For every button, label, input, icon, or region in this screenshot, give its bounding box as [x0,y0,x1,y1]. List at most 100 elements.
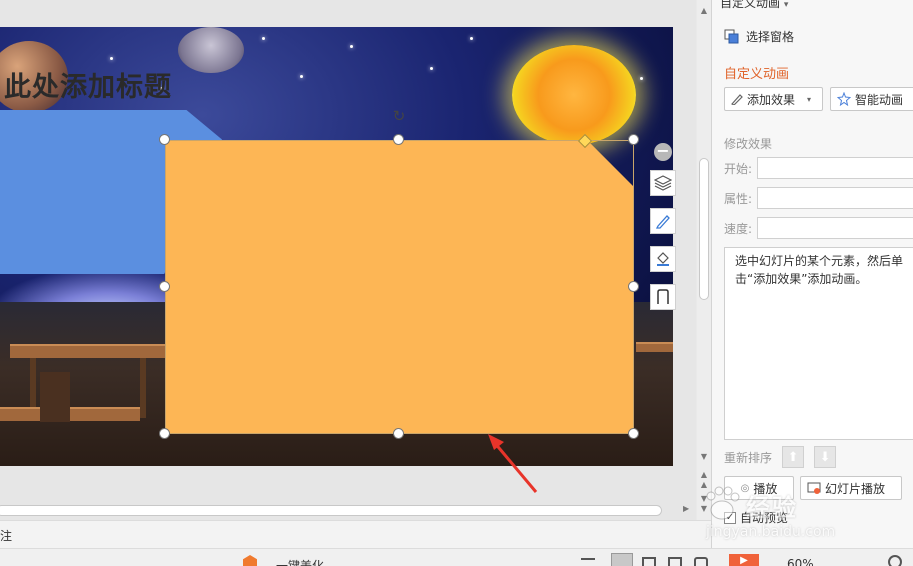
scroll-right-icon[interactable]: ▶ [683,504,689,513]
vertical-scroll-thumb[interactable] [699,158,709,300]
fill-button[interactable] [650,246,676,272]
sun-image [512,45,636,145]
normal-view-button[interactable] [611,553,633,566]
star [640,77,643,80]
horizontal-scroll-thumb[interactable] [0,505,662,516]
canvas-area[interactable]: 此处添加标题 ↻ − ▶ [0,0,696,520]
annotation-arrow [488,434,538,493]
start-select[interactable] [757,157,913,179]
fit-window-icon[interactable] [888,555,902,566]
star [470,37,473,40]
table [0,407,140,421]
slide-title[interactable]: 此处添加标题 [4,65,172,104]
collapse-icon[interactable]: − [654,143,672,161]
presenter-view-icon[interactable] [694,557,708,566]
speed-label: 速度: [724,221,753,236]
smart-animation-button[interactable]: 智能动画 [830,87,913,111]
layers-icon [654,175,672,191]
zoom-level[interactable]: 60% [787,557,814,566]
speed-field-row: 速度: [724,217,913,239]
move-up-button[interactable]: ⬆ [782,446,805,468]
resize-handle-top[interactable] [393,134,404,145]
crop-button[interactable] [650,284,676,310]
resize-handle-bottom-right[interactable] [628,428,639,439]
rotate-icon[interactable]: ↻ [391,108,407,124]
scroll-down-icon[interactable]: ▼ [697,452,711,461]
layers-button[interactable] [650,170,676,196]
autopreview-checkbox[interactable]: ✓ [724,511,736,524]
speed-select[interactable] [757,217,913,239]
floating-toolbar [650,170,676,322]
select-pane-icon [724,29,739,43]
format-brush-button[interactable] [650,208,676,234]
star [262,37,265,40]
notes-view-icon[interactable] [581,558,595,566]
add-effect-label: 添加效果 [747,92,796,107]
autopreview-row: ✓ 自动预览 [724,509,788,526]
table [636,342,673,352]
star [110,57,113,60]
property-field-row: 属性: [724,187,913,209]
reorder-label: 重新排序 [724,450,773,465]
resize-handle-top-right[interactable] [628,134,639,145]
arrow-up-icon: ⬆ [787,449,799,465]
slideshow-icon [807,482,821,494]
fill-bucket-icon [657,252,669,266]
reading-view-icon[interactable] [668,557,682,566]
move-down-button[interactable]: ⬇ [814,446,837,468]
beautify-button[interactable]: 一键美化 [276,557,324,566]
sorter-view-icon[interactable] [642,557,656,566]
status-bar: 一键美化 ▶ 60% [0,548,913,566]
star [430,67,433,70]
pen-icon [655,215,670,229]
slideshow-label: 幻灯片播放 [825,481,886,496]
panel-header-label: 自定义动画 [720,0,781,10]
notes-label: 注 [0,529,13,543]
pen-icon [731,94,743,105]
property-select[interactable] [757,187,913,209]
star [350,45,353,48]
add-effect-button[interactable]: 添加效果 ▾ [724,87,823,111]
section-title: 自定义动画 [724,67,790,82]
frame-icon [657,289,669,304]
play-circle-icon: ◎ [740,482,750,494]
select-pane-label: 选择窗格 [746,30,795,44]
chair [40,372,70,422]
scroll-up-icon[interactable]: ▲ [697,6,711,15]
slideshow-button[interactable]: 幻灯片播放 [800,476,902,500]
modify-effect-label: 修改效果 [724,137,773,151]
chevron-down-icon[interactable]: ▾ [784,0,789,10]
resize-handle-bottom[interactable] [393,428,404,439]
select-pane-button[interactable]: 选择窗格 [724,28,794,45]
resize-handle-right[interactable] [628,281,639,292]
star [300,75,303,78]
vertical-scrollbar[interactable]: ▲ ▼ ▲ ▲ ▼ ▼ [697,0,711,520]
resize-handle-left[interactable] [159,281,170,292]
notes-bar[interactable]: 注 [0,520,713,548]
resize-handle-bottom-left[interactable] [159,428,170,439]
next-slide-icon[interactable]: ▼ [697,504,711,513]
custom-animation-panel: 自定义动画 ▾ 选择窗格 自定义动画 添加效果 ▾ 智能动画 修改效果 开始: … [711,0,913,548]
beautify-icon[interactable] [243,555,257,566]
panel-header[interactable]: 自定义动画 ▾ [720,0,788,11]
horizontal-scrollbar[interactable]: ▶ [0,502,696,518]
arrow-down-icon: ⬇ [819,449,831,465]
autopreview-label: 自动预览 [740,511,789,525]
reorder-row: 重新排序 ⬆ ⬇ [724,446,837,468]
table-leg [140,358,146,418]
magic-icon [837,92,851,106]
prev-slide-icon[interactable]: ▲ [697,470,711,479]
play-label: 播放 [753,481,778,496]
play-button[interactable]: ◎ 播放 [724,476,794,500]
smart-animation-label: 智能动画 [855,92,904,107]
animation-list[interactable]: 选中幻灯片的某个元素，然后单击“添加效果”添加动画。 [724,247,913,440]
orange-shape[interactable] [165,140,634,434]
planet-image [178,27,244,73]
prev-slide-icon[interactable]: ▲ [697,480,711,489]
play-icon[interactable]: ▶ [729,554,759,566]
resize-handle-top-left[interactable] [159,134,170,145]
table [10,344,170,358]
property-label: 属性: [724,191,753,206]
dropdown-arrow-icon[interactable]: ▾ [807,95,811,104]
next-slide-icon[interactable]: ▼ [697,494,711,503]
